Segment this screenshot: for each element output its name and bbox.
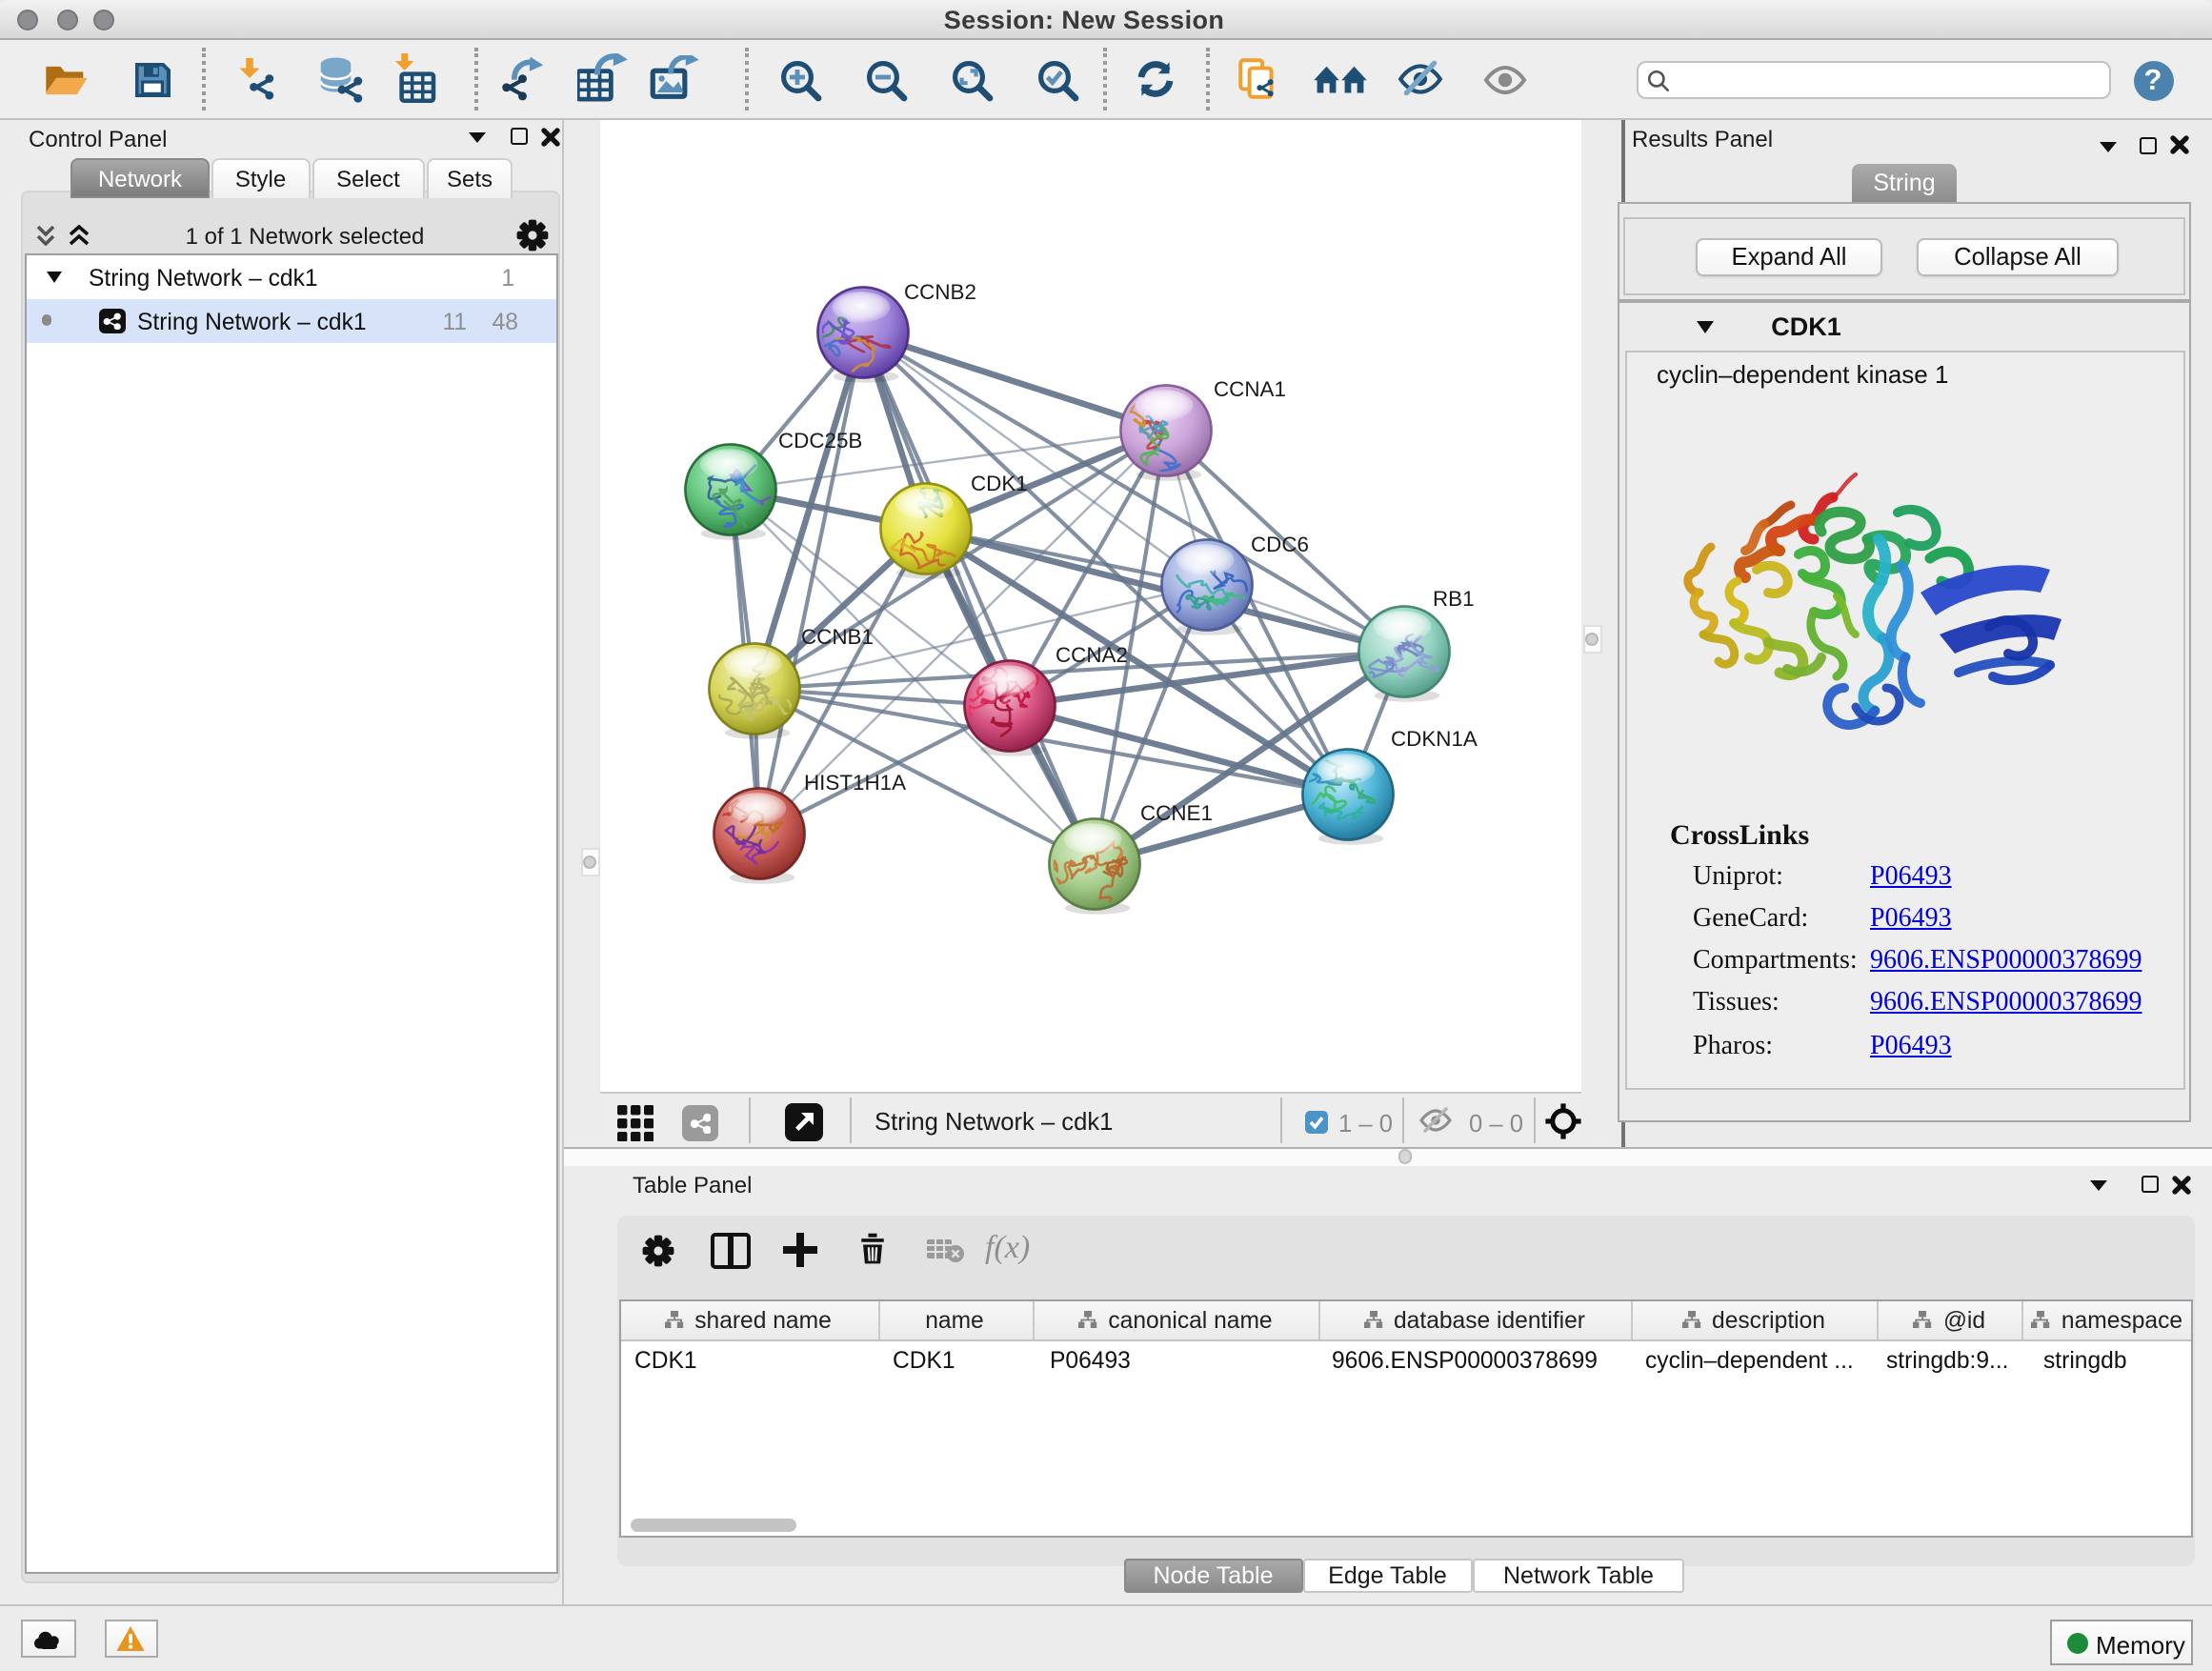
- svg-text:CCNE1: CCNE1: [1139, 800, 1212, 824]
- svg-text:CCNB2: CCNB2: [903, 279, 975, 303]
- svg-text:RB1: RB1: [1432, 586, 1474, 610]
- svg-text:CCNA2: CCNA2: [1055, 642, 1127, 666]
- svg-text:CDK1: CDK1: [970, 471, 1027, 494]
- svg-text:CDC25B: CDC25B: [777, 428, 861, 452]
- svg-text:CCNB1: CCNB1: [800, 624, 873, 648]
- svg-text:CDC6: CDC6: [1250, 532, 1308, 555]
- svg-text:HIST1H1A: HIST1H1A: [803, 770, 905, 794]
- svg-text:CCNA1: CCNA1: [1213, 376, 1285, 400]
- svg-text:CDKN1A: CDKN1A: [1390, 726, 1477, 750]
